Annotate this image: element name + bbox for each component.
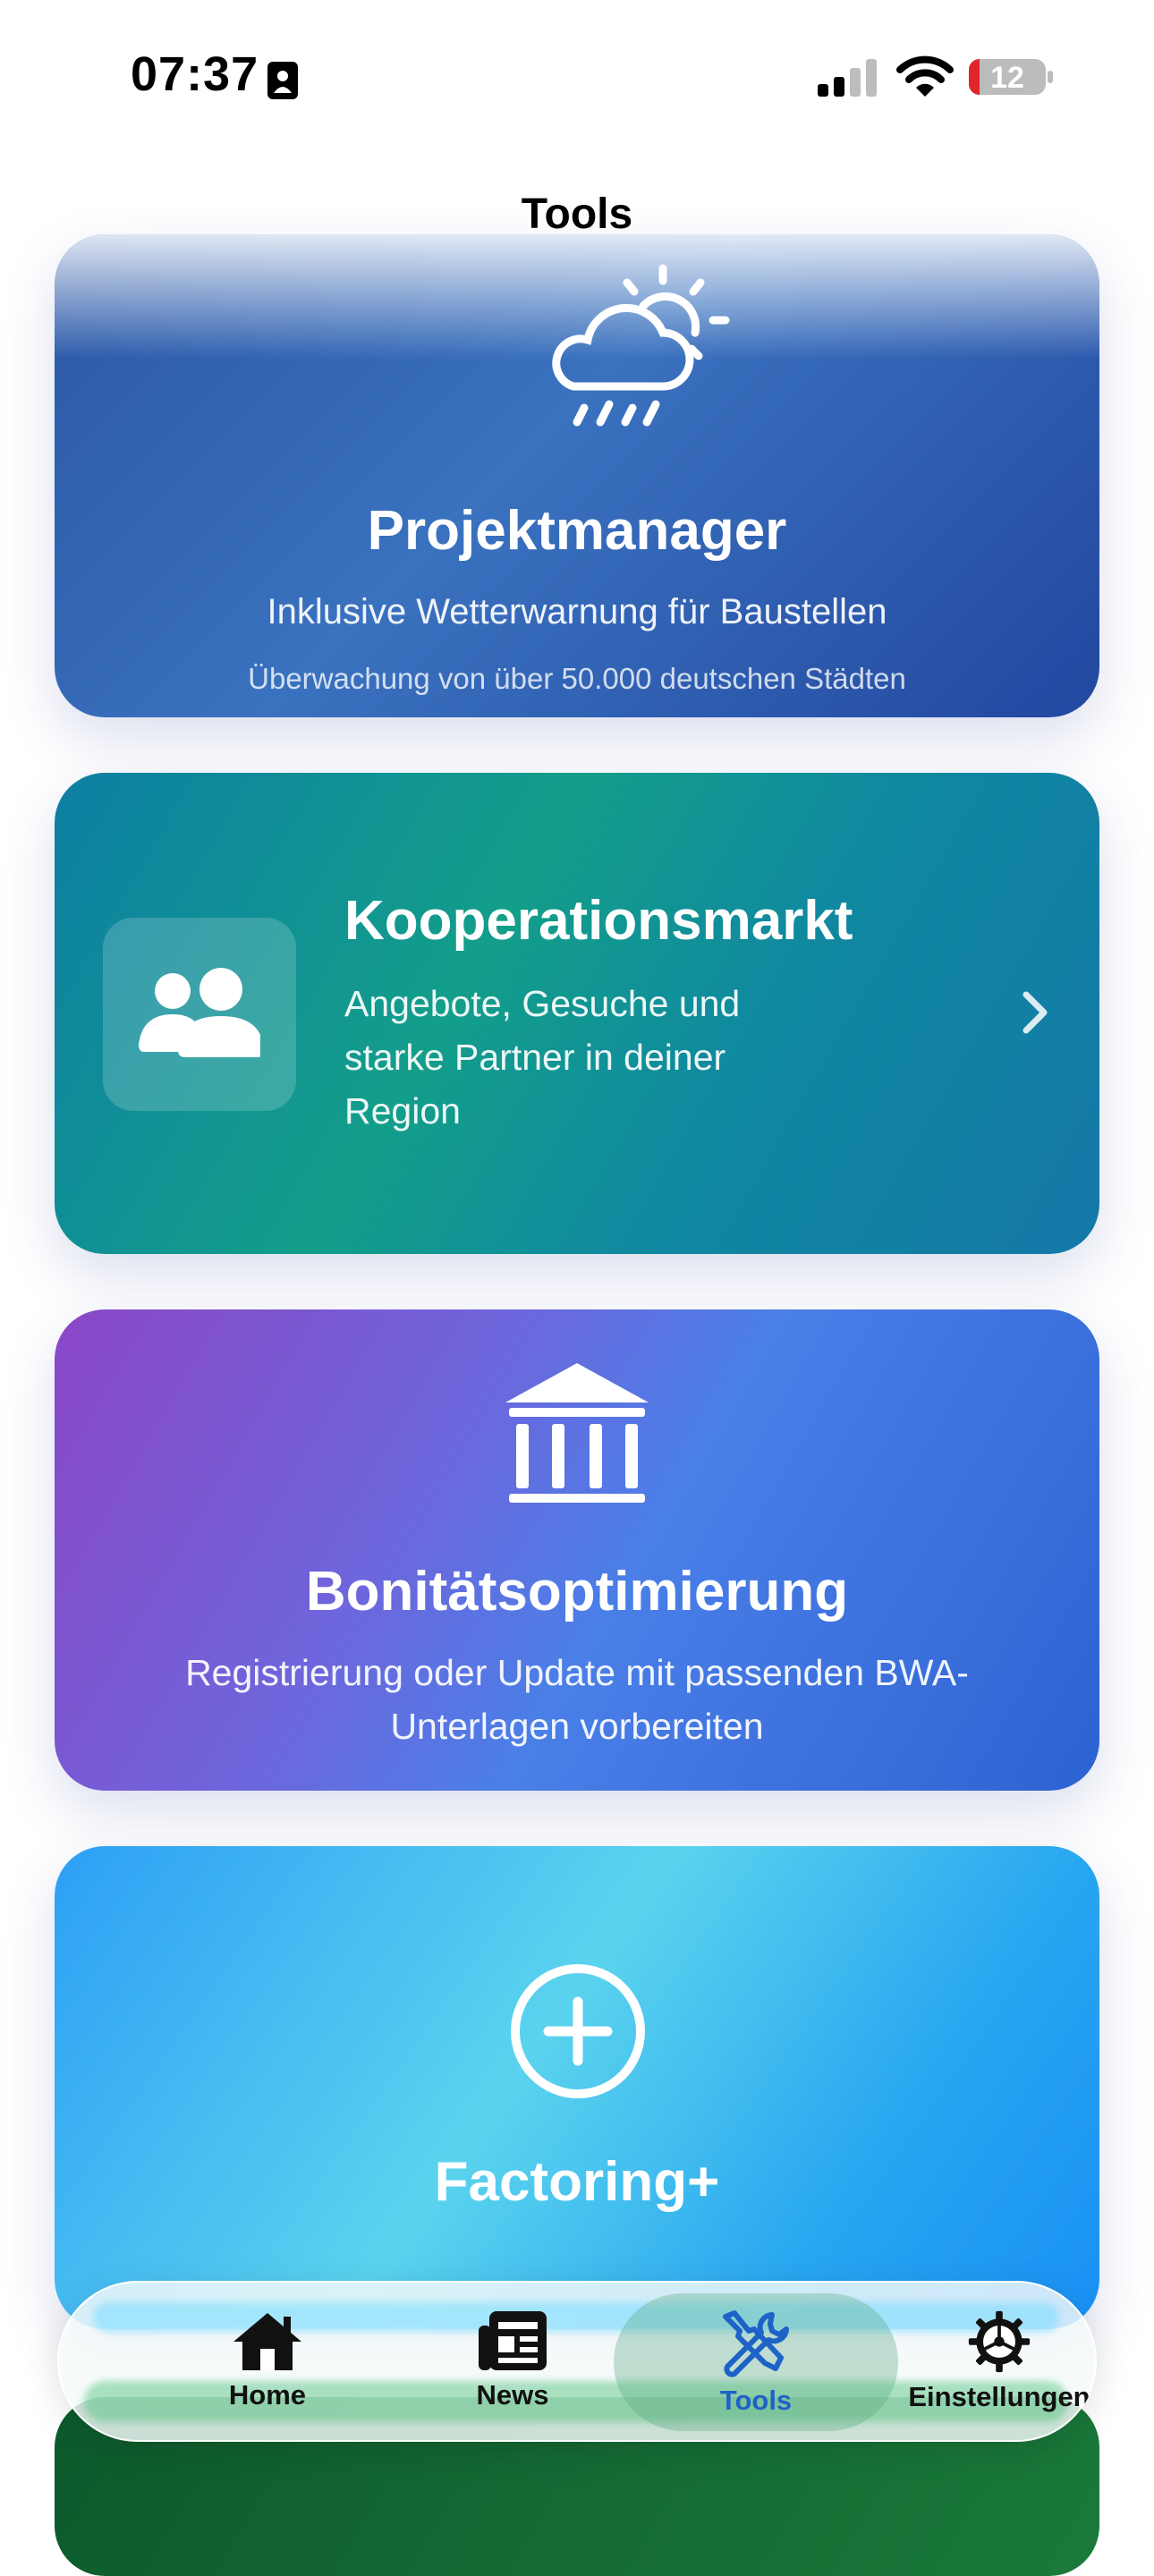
battery-level: 12 — [990, 61, 1024, 95]
card-title: Factoring+ — [434, 2151, 720, 2213]
people-icon — [139, 968, 260, 1057]
gear-icon — [968, 2310, 1031, 2373]
id-card-icon — [267, 62, 298, 99]
tab-label: Einstellungen — [908, 2381, 1090, 2412]
chevron-right-icon[interactable] — [1017, 987, 1053, 1038]
bank-icon — [505, 1363, 649, 1503]
page-title: Tools — [521, 191, 633, 238]
cloud-sun-rain-icon — [552, 264, 730, 427]
tab-label: News — [476, 2379, 549, 2411]
card-title: Kooperationsmarkt — [344, 890, 853, 952]
tab-tools[interactable]: Tools — [635, 2293, 877, 2428]
card-description: Angebote, Gesuche und starke Partner in … — [344, 983, 741, 1131]
kooperationsmarkt-card[interactable]: Kooperationsmarkt Angebote, Gesuche und … — [55, 773, 1099, 1254]
tab-bar: Home News Tools Einstellungen — [57, 2281, 1097, 2442]
battery-indicator: 12 — [968, 57, 1054, 97]
status-time: 07:37 — [131, 47, 259, 101]
house-icon — [233, 2313, 301, 2370]
people-icon-box — [103, 918, 296, 1111]
tab-settings[interactable]: Einstellungen — [878, 2293, 1097, 2428]
wrench-screwdriver-icon — [723, 2310, 789, 2377]
bonitaetsoptimierung-card[interactable]: Bonitätsoptimierung Registrierung oder U… — [55, 1309, 1099, 1791]
cellular-signal-icon — [818, 59, 877, 97]
tab-news[interactable]: News — [392, 2293, 633, 2428]
plus-circle-icon — [511, 1964, 645, 2098]
card-description: Registrierung oder Update mit passenden … — [185, 1652, 969, 1747]
card-title: Bonitätsoptimierung — [305, 1561, 849, 1623]
status-bar: 07:37 12 — [0, 0, 1154, 152]
tab-home[interactable]: Home — [147, 2293, 388, 2428]
wifi-icon — [896, 55, 954, 97]
tab-label: Home — [228, 2379, 307, 2411]
factoring-card[interactable]: Factoring+ — [55, 1846, 1099, 2329]
newspaper-icon — [479, 2311, 547, 2370]
card-note: Überwachung von über 50.000 deutschen St… — [248, 662, 906, 695]
projektmanager-card[interactable]: Projektmanager Inklusive Wetterwarnung f… — [55, 234, 1099, 717]
card-title: Projektmanager — [367, 500, 787, 562]
card-subtitle: Inklusive Wetterwarnung für Baustellen — [267, 592, 887, 631]
tab-label: Tools — [719, 2385, 793, 2416]
